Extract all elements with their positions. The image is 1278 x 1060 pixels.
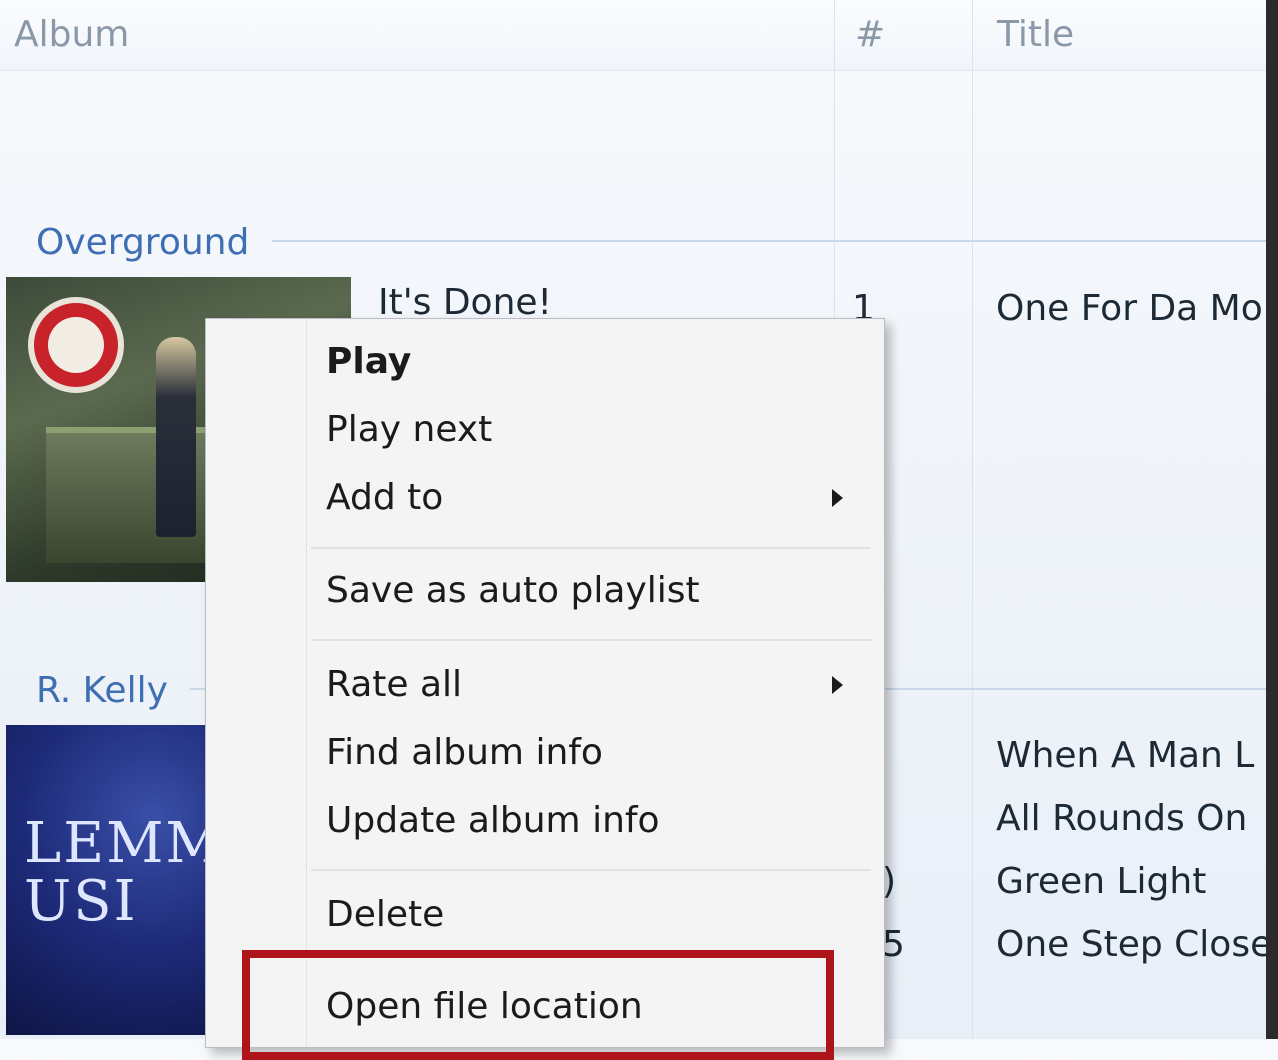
album-logo-badge [28, 297, 124, 393]
column-header-number[interactable]: # [855, 14, 885, 55]
submenu-arrow-icon [832, 676, 843, 694]
column-divider[interactable] [972, 0, 973, 1039]
menu-item-play-next[interactable]: Play next [326, 409, 492, 450]
menu-icon-gutter [306, 319, 307, 1047]
submenu-arrow-icon [832, 489, 843, 507]
highlight-box [242, 950, 834, 1060]
menu-item-add-to[interactable]: Add to [326, 477, 443, 518]
menu-separator [311, 547, 871, 549]
menu-item-find-album-info[interactable]: Find album info [326, 732, 603, 773]
menu-item-delete[interactable]: Delete [326, 894, 444, 935]
column-header-bar: Album # Title [0, 0, 1278, 71]
album-art-title: LEMMIUSI [24, 811, 216, 934]
track-title[interactable]: One For Da Mo [996, 288, 1263, 329]
context-menu: Play Play next Add to Save as auto playl… [205, 318, 885, 1048]
column-header-album[interactable]: Album [14, 14, 129, 55]
group-label-artist: Overground [36, 222, 250, 263]
track-title[interactable]: Green Light [996, 861, 1206, 902]
menu-item-update-album-info[interactable]: Update album info [326, 800, 660, 841]
album-art-figure [156, 337, 196, 537]
menu-separator [311, 869, 871, 871]
track-title[interactable]: When A Man L [996, 735, 1254, 776]
album-art-building [46, 427, 226, 563]
track-title[interactable]: All Rounds On [996, 798, 1247, 839]
group-label-artist: R. Kelly [36, 670, 168, 711]
menu-item-save-auto-playlist[interactable]: Save as auto playlist [326, 570, 700, 611]
album-title: It's Done! [378, 282, 552, 323]
window-edge [1266, 0, 1278, 1039]
track-title[interactable]: One Step Close [996, 924, 1272, 965]
menu-item-rate-all[interactable]: Rate all [326, 664, 462, 705]
track-number: 5 [882, 924, 905, 965]
column-header-title[interactable]: Title [997, 14, 1074, 55]
group-divider [272, 240, 1272, 242]
menu-separator [311, 639, 871, 641]
menu-item-play[interactable]: Play [326, 341, 411, 382]
album-art-r-kelly[interactable]: LEMMIUSI [6, 725, 216, 1035]
